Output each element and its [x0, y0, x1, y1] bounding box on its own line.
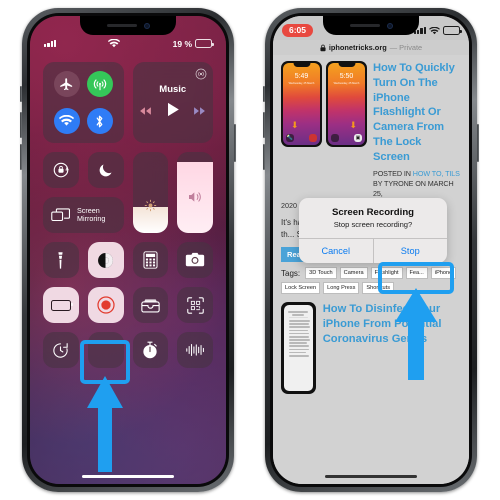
left-iphone-device: 19 % Music Screen Mirroring — [20, 8, 236, 492]
play-icon[interactable] — [166, 102, 180, 122]
alert-message: Stop screen recording? — [333, 220, 413, 229]
volume-icon — [177, 190, 213, 204]
wifi-toggle-icon[interactable] — [53, 108, 80, 134]
left-notch — [80, 16, 176, 35]
power-button[interactable] — [234, 124, 236, 162]
screen-recording-button[interactable] — [87, 287, 124, 323]
volume-down-button-right[interactable] — [263, 144, 265, 170]
power-button-right[interactable] — [477, 124, 479, 162]
volume-down-button[interactable] — [20, 144, 22, 170]
earpiece-speaker-icon — [106, 23, 137, 28]
dark-mode-button[interactable] — [87, 242, 124, 278]
alarm-button[interactable] — [87, 332, 124, 368]
right-phone-screen: 6:05 iphonetricks.org — Private 5:49 Wed… — [273, 16, 469, 484]
earpiece-speaker-icon-right — [349, 23, 380, 28]
left-phone-bezel: 19 % Music Screen Mirroring — [27, 13, 229, 487]
right-phone-bezel: 6:05 iphonetricks.org — Private 5:49 Wed… — [270, 13, 472, 487]
low-power-mode-button[interactable] — [43, 287, 79, 323]
screen-mirroring-button[interactable]: Screen Mirroring — [43, 197, 124, 233]
do-not-disturb-button[interactable] — [87, 152, 124, 188]
cellular-bars-icon — [44, 39, 57, 48]
flashlight-button[interactable] — [43, 242, 79, 278]
music-transport-controls — [133, 102, 214, 122]
right-iphone-device: 6:05 iphonetricks.org — Private 5:49 Wed… — [263, 8, 479, 492]
screenshot-canvas: 19 % Music Screen Mirroring 6:05 iphonet… — [0, 0, 500, 500]
hearing-button[interactable] — [177, 332, 213, 368]
brightness-icon — [133, 199, 169, 212]
volume-up-button-right[interactable] — [263, 112, 265, 138]
brightness-slider[interactable] — [132, 152, 169, 233]
airplay-audio-icon[interactable] — [195, 67, 207, 85]
control-center-grid: Music Screen Mirroring — [43, 62, 213, 368]
left-status-bar: 19 % — [30, 37, 226, 50]
calculator-button[interactable] — [132, 242, 169, 278]
cellular-data-icon[interactable] — [86, 71, 113, 97]
screen-mirroring-label: Screen Mirroring — [77, 205, 106, 223]
right-notch — [323, 16, 419, 35]
stopwatch-button[interactable] — [132, 332, 169, 368]
blue-up-arrow-right — [395, 288, 437, 380]
alert-buttons: Cancel Stop — [299, 238, 447, 263]
cancel-button[interactable]: Cancel — [299, 239, 374, 263]
wallet-button[interactable] — [132, 287, 169, 323]
battery-percent-label: 19 % — [172, 38, 192, 49]
alert-title: Screen Recording — [331, 207, 415, 218]
battery-icon — [195, 39, 214, 48]
left-phone-screen: 19 % Music Screen Mirroring — [30, 16, 226, 484]
screen-recording-alert: Screen Recording Stop screen recording? … — [299, 198, 447, 263]
connectivity-module[interactable] — [43, 62, 124, 143]
front-camera-icon-right — [386, 22, 393, 29]
stop-button[interactable]: Stop — [374, 239, 448, 263]
rewind-icon[interactable] — [139, 103, 152, 121]
camera-button[interactable] — [177, 242, 213, 278]
mute-switch-right[interactable] — [263, 86, 265, 102]
timer-button[interactable] — [43, 332, 79, 368]
home-indicator-left[interactable] — [82, 474, 174, 478]
bluetooth-icon[interactable] — [86, 108, 113, 134]
blue-up-arrow-left — [87, 376, 123, 472]
fast-forward-icon[interactable] — [193, 103, 206, 121]
music-widget[interactable]: Music — [132, 62, 214, 143]
home-indicator-right[interactable] — [325, 474, 417, 478]
airplane-mode-icon[interactable] — [53, 71, 80, 97]
rotation-lock-button[interactable] — [43, 152, 79, 188]
wifi-icon — [56, 39, 172, 48]
low-power-battery-icon — [50, 299, 73, 311]
mute-switch[interactable] — [20, 86, 22, 102]
code-scanner-button[interactable] — [177, 287, 213, 323]
battery-status: 19 % — [172, 38, 214, 49]
volume-up-button[interactable] — [20, 112, 22, 138]
volume-slider[interactable] — [177, 152, 213, 233]
front-camera-icon — [143, 22, 150, 29]
music-app-label: Music — [159, 83, 187, 95]
